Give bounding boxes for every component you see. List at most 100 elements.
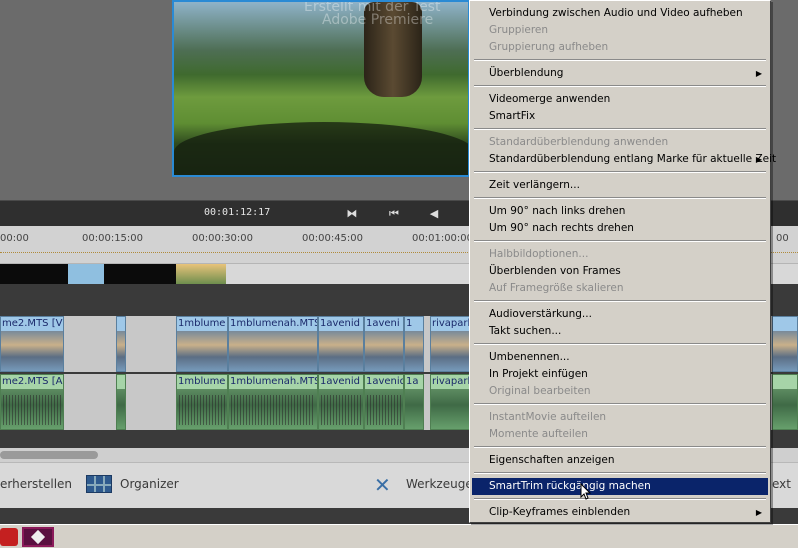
text-button[interactable]: ext	[772, 477, 791, 491]
video-clip[interactable]: 1	[404, 316, 424, 372]
video-clip[interactable]: 1aveni	[364, 316, 404, 372]
menu-separator	[474, 128, 766, 130]
clip-context-menu: Verbindung zwischen Audio und Video aufh…	[469, 0, 776, 523]
ruler-tick: 00:00:30:00	[192, 233, 254, 244]
menu-item-smartfix[interactable]: SmartFix	[472, 108, 768, 125]
clip-label: me2.MTS [V	[2, 318, 63, 329]
clip-label: me2.MTS [A	[2, 376, 63, 387]
menu-separator	[474, 300, 766, 302]
menu-item-extend-time[interactable]: Zeit verlängern...	[472, 177, 768, 194]
video-clip[interactable]: 1mblume	[176, 316, 228, 372]
menu-separator	[474, 240, 766, 242]
menu-separator	[474, 472, 766, 474]
submenu-arrow-icon: ▶	[755, 69, 762, 78]
clip-label: 1mblumenah.MTS	[230, 376, 318, 387]
menu-item-frame-blend[interactable]: Überblenden von Frames	[472, 263, 768, 280]
video-clip[interactable]: 1mblumenah.MTS	[228, 316, 318, 372]
clip-label: rivapark	[432, 376, 470, 387]
trim-icon[interactable]: ⧓	[342, 205, 362, 223]
menu-item-field-options[interactable]: Halbbildoptionen...	[472, 246, 768, 263]
clip-label: 1avenid	[320, 318, 361, 329]
audio-clip[interactable]	[116, 374, 126, 430]
menu-item-rotate-right[interactable]: Um 90° nach rechts drehen	[472, 220, 768, 237]
ruler-tick: 00:00:45:00	[302, 233, 364, 244]
menu-separator	[474, 446, 766, 448]
menu-item-rename[interactable]: Umbenennen...	[472, 349, 768, 366]
video-clip[interactable]: 1avenid	[318, 316, 364, 372]
clip-label: 1mblume	[178, 318, 226, 329]
audio-clip[interactable]	[772, 374, 798, 430]
organizer-icon[interactable]	[86, 475, 112, 493]
audio-clip[interactable]: 1mblumenah.MTS	[228, 374, 318, 430]
menu-item-scale-to-frame[interactable]: Auf Framegröße skalieren	[472, 280, 768, 297]
menu-separator	[474, 403, 766, 405]
scrollbar-thumb[interactable]	[0, 451, 98, 459]
thumbnail-clip[interactable]	[176, 264, 226, 284]
menu-separator	[474, 59, 766, 61]
menu-item-ungroup[interactable]: Gruppierung aufheben	[472, 39, 768, 56]
menu-item-audio-gain[interactable]: Audioverstärkung...	[472, 306, 768, 323]
clip-label: 1	[406, 318, 413, 329]
current-timecode: 00:01:12:17	[204, 207, 271, 218]
menu-item-split-instantmovie[interactable]: InstantMovie aufteilen	[472, 409, 768, 426]
waveform	[179, 395, 225, 425]
audio-clip[interactable]: me2.MTS [A	[0, 374, 64, 430]
audio-clip[interactable]: 1a	[404, 374, 424, 430]
menu-item-show-properties[interactable]: Eigenschaften anzeigen	[472, 452, 768, 469]
clip-label: rivapark	[432, 318, 470, 329]
ruler-tick: 00	[776, 233, 789, 244]
video-clip[interactable]: rivapark	[430, 316, 470, 372]
go-to-start-icon[interactable]: ⏮	[384, 205, 404, 223]
video-clip[interactable]: me2.MTS [V	[0, 316, 64, 372]
taskbar	[0, 524, 798, 548]
menu-item-videomerge[interactable]: Videomerge anwenden	[472, 91, 768, 108]
app-icon[interactable]	[0, 528, 18, 546]
submenu-arrow-icon: ▶	[755, 508, 762, 517]
clip-label: 1aveni	[366, 318, 400, 329]
black-clip[interactable]	[0, 264, 68, 284]
restore-button[interactable]: erherstellen	[0, 477, 72, 491]
menu-item-apply-default-transition[interactable]: Standardüberblendung anwenden	[472, 134, 768, 151]
menu-item-edit-original[interactable]: Original bearbeiten	[472, 383, 768, 400]
video-clip[interactable]	[772, 316, 798, 372]
tools-icon[interactable]: ✕	[374, 473, 398, 497]
blue-clip[interactable]	[68, 264, 104, 284]
menu-item-transition[interactable]: Überblendung ▶	[472, 65, 768, 82]
audio-clip[interactable]: 1mblume	[176, 374, 228, 430]
video-preview[interactable]: Erstellt mit der Test Adobe Premiere	[172, 0, 470, 177]
menu-item-undo-smarttrim[interactable]: SmartTrim rückgängig machen	[472, 478, 768, 495]
organizer-button[interactable]: Organizer	[120, 477, 179, 491]
clip-label: 1mblume	[178, 376, 226, 387]
step-back-icon[interactable]: ◀	[424, 205, 444, 223]
menu-separator	[474, 498, 766, 500]
menu-item-group[interactable]: Gruppieren	[472, 22, 768, 39]
video-clip[interactable]	[116, 316, 126, 372]
menu-separator	[474, 171, 766, 173]
audio-clip[interactable]: rivapark	[430, 374, 470, 430]
clip-label: 1mblumenah.MTS	[230, 318, 318, 329]
menu-item-rotate-left[interactable]: Um 90° nach links drehen	[472, 203, 768, 220]
clip-label: 1avenid	[366, 376, 404, 387]
menu-item-show-clip-keyframes[interactable]: Clip-Keyframes einblenden ▶	[472, 504, 768, 521]
menu-separator	[474, 85, 766, 87]
tools-button[interactable]: Werkzeuge	[406, 477, 473, 491]
watermark-line-2: Adobe Premiere	[322, 12, 434, 28]
menu-item-default-transition-marker[interactable]: Standardüberblendung entlang Marke für a…	[472, 151, 776, 168]
menu-item-beat-detect[interactable]: Takt suchen...	[472, 323, 768, 340]
submenu-arrow-icon: ▶	[755, 155, 762, 164]
waveform	[321, 395, 361, 425]
menu-item-insert-in-project[interactable]: In Projekt einfügen	[472, 366, 768, 383]
premiere-elements-window: Erstellt mit der Test Adobe Premiere 00:…	[0, 0, 798, 548]
menu-item-unlink-audio-video[interactable]: Verbindung zwischen Audio und Video aufh…	[472, 5, 768, 22]
ruler-tick: 00:00:15:00	[82, 233, 144, 244]
preview-shadow	[174, 122, 468, 175]
ruler-tick: 00:00	[0, 233, 29, 244]
mouse-cursor-icon	[580, 483, 592, 500]
clip-label: 1avenid	[320, 376, 361, 387]
black-clip[interactable]	[104, 264, 176, 284]
menu-item-split-moments[interactable]: Momente aufteilen	[472, 426, 768, 443]
audio-clip[interactable]: 1avenid	[364, 374, 404, 430]
waveform	[367, 395, 401, 425]
premiere-taskbar-icon[interactable]	[22, 527, 54, 547]
audio-clip[interactable]: 1avenid	[318, 374, 364, 430]
